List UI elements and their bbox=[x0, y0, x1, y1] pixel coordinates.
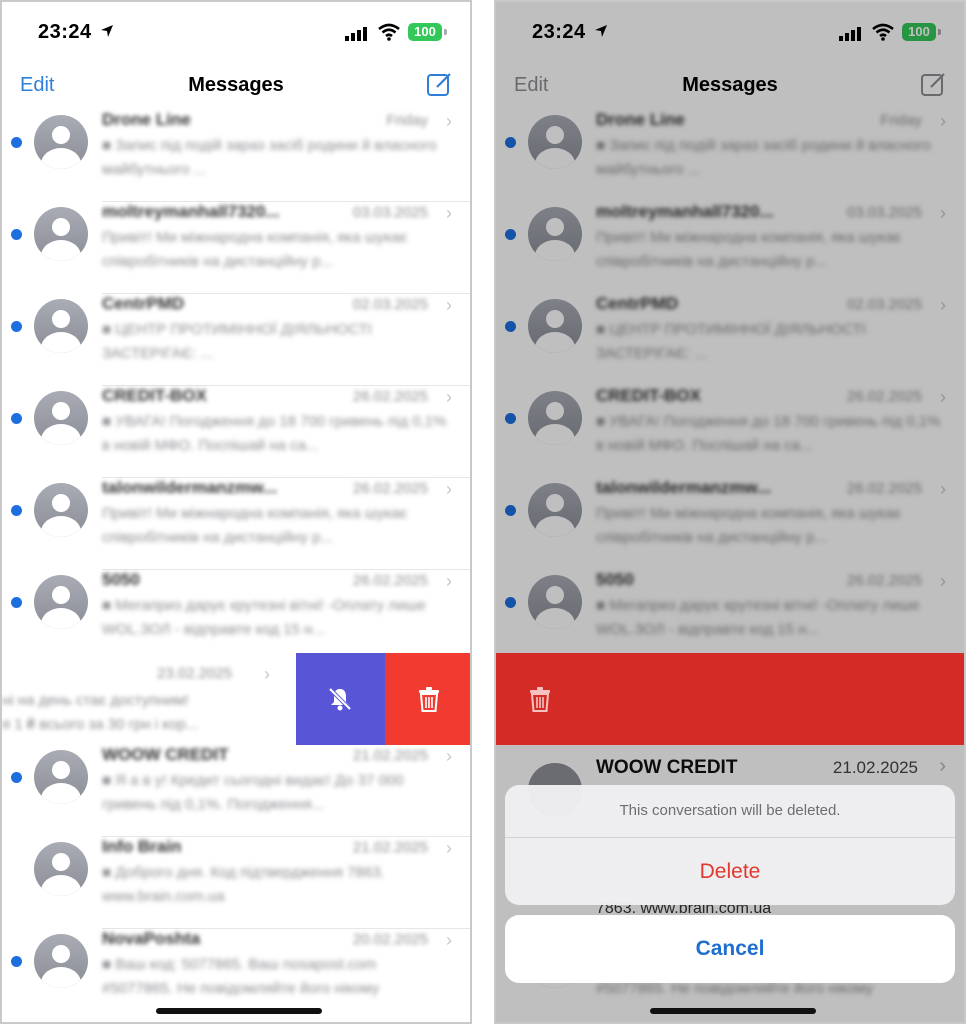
deleting-row bbox=[496, 653, 964, 745]
message-preview: ■ УВАГА! Погодження до 18 700 гривень пі… bbox=[102, 413, 447, 454]
action-sheet: This conversation will be deleted. Delet… bbox=[505, 785, 955, 905]
message-date: 26.02.2025 bbox=[352, 480, 428, 497]
contact-name: CentrPMD bbox=[102, 294, 185, 313]
unread-dot bbox=[11, 413, 22, 424]
message-date: 23.02.2025 bbox=[157, 665, 233, 682]
conversation-row[interactable]: Info Brain 21.02.2025 › ■ Доброго дня. К… bbox=[2, 837, 470, 929]
unread-dot bbox=[11, 772, 22, 783]
unread-dot bbox=[11, 321, 22, 332]
message-preview: ні на день стає доступним! я 1 ₴ всього … bbox=[2, 689, 292, 737]
cellular-signal-icon bbox=[345, 27, 367, 41]
message-preview: ■ Запис під подій зараз засіб родини й в… bbox=[102, 137, 437, 178]
avatar bbox=[34, 483, 88, 537]
conversation-row[interactable]: 5050 26.02.2025 › ■ Мегаприз дарує круте… bbox=[2, 570, 470, 662]
phone-left: 23:24 100 Edit Messages Drone Line Frida… bbox=[0, 0, 472, 1024]
chevron-right-icon: › bbox=[446, 203, 452, 223]
preview-line: ні на день стає доступним! bbox=[2, 692, 189, 709]
trash-icon bbox=[419, 687, 439, 712]
conversation-row[interactable]: Drone Line Friday › ■ Запис під подій за… bbox=[2, 110, 470, 202]
message-date: 26.02.2025 bbox=[352, 572, 428, 589]
contact-name: 5050 bbox=[102, 570, 140, 589]
contact-name: Info Brain bbox=[102, 837, 182, 856]
preview-line: я 1 ₴ всього за 30 грн і кор... bbox=[2, 716, 199, 733]
message-date: 21.02.2025 bbox=[352, 747, 428, 764]
page-title: Messages bbox=[188, 74, 284, 96]
contact-name: Drone Line bbox=[102, 110, 191, 129]
unread-dot bbox=[11, 505, 22, 516]
phone-right: 23:24 100 Edit Messages Drone Line Frida… bbox=[494, 0, 966, 1024]
location-arrow-icon bbox=[101, 25, 113, 37]
status-time: 23:24 bbox=[38, 21, 92, 43]
avatar bbox=[34, 934, 88, 988]
chevron-right-icon: › bbox=[264, 664, 270, 684]
message-date: 20.02.2025 bbox=[352, 931, 428, 948]
avatar bbox=[34, 750, 88, 804]
message-preview: ■ Доброго дня. Код підтвердження 7863. w… bbox=[102, 864, 385, 905]
battery-tip bbox=[444, 29, 447, 35]
message-preview: ■ ЦЕНТР ПРОТИМІННОЇ ДІЯЛЬНОСТІ ЗАСТЕРІГА… bbox=[102, 321, 372, 362]
action-sheet-message: This conversation will be deleted. bbox=[505, 785, 955, 838]
unread-dot bbox=[11, 597, 22, 608]
conversation-row[interactable]: talonwildermanzmw... 26.02.2025 › Привіт… bbox=[2, 478, 470, 570]
contact-name: WOOW CREDIT bbox=[102, 745, 229, 764]
avatar bbox=[34, 299, 88, 353]
message-preview: ■ Я а в у! Кредит сьогодні видає! До 37 … bbox=[102, 772, 404, 813]
avatar bbox=[34, 207, 88, 261]
contact-name: talonwildermanzmw... bbox=[102, 478, 278, 497]
chevron-right-icon: › bbox=[446, 571, 452, 591]
chevron-right-icon: › bbox=[446, 295, 452, 315]
unread-dot bbox=[11, 956, 22, 967]
message-date: 02.03.2025 bbox=[352, 296, 428, 313]
conversation-row[interactable]: WOOW CREDIT 21.02.2025 › ■ Я а в у! Кред… bbox=[2, 745, 470, 837]
cancel-button[interactable]: Cancel bbox=[505, 915, 955, 983]
conversation-row[interactable]: moltreymanhall7320... 03.03.2025 › Приві… bbox=[2, 202, 470, 294]
delete-button[interactable] bbox=[385, 653, 470, 745]
wifi-icon bbox=[378, 23, 400, 41]
mute-alerts-button[interactable] bbox=[296, 653, 385, 745]
conversation-row[interactable]: CentrPMD 02.03.2025 › ■ ЦЕНТР ПРОТИМІННО… bbox=[2, 294, 470, 386]
home-indicator bbox=[650, 1008, 816, 1014]
trash-icon bbox=[530, 687, 550, 712]
confirm-delete-button[interactable]: Delete bbox=[505, 838, 955, 905]
message-preview: ■ Ваш код: 5077865. Ваш nosapost.com #50… bbox=[102, 956, 380, 997]
chevron-right-icon: › bbox=[446, 930, 452, 950]
avatar bbox=[34, 115, 88, 169]
avatar bbox=[34, 575, 88, 629]
contact-name: moltreymanhall7320... bbox=[102, 202, 280, 221]
message-preview: Привіт! Ми міжнародна компанія, яка шука… bbox=[102, 505, 408, 546]
chevron-right-icon: › bbox=[446, 838, 452, 858]
message-date: 26.02.2025 bbox=[352, 388, 428, 405]
conversation-row[interactable]: CREDIT-BOX 26.02.2025 › ■ УВАГА! Погодже… bbox=[2, 386, 470, 478]
bell-slash-icon bbox=[328, 687, 352, 711]
message-preview: ■ Мегаприз дарує крутезні вітні! -Оплату… bbox=[102, 597, 426, 638]
message-date: 03.03.2025 bbox=[352, 204, 428, 221]
message-date: 21.02.2025 bbox=[352, 839, 428, 856]
chevron-right-icon: › bbox=[446, 111, 452, 131]
unread-dot bbox=[11, 229, 22, 240]
avatar bbox=[34, 842, 88, 896]
message-date: Friday bbox=[386, 112, 428, 129]
chevron-right-icon: › bbox=[446, 479, 452, 499]
home-indicator bbox=[156, 1008, 322, 1014]
navigation-bar: Edit Messages bbox=[2, 62, 470, 110]
avatar bbox=[34, 391, 88, 445]
battery-indicator: 100 bbox=[408, 23, 442, 41]
unread-dot bbox=[11, 137, 22, 148]
status-bar: 23:24 100 bbox=[2, 2, 470, 62]
compose-icon[interactable] bbox=[426, 70, 454, 98]
contact-name: CREDIT-BOX bbox=[102, 386, 207, 405]
contact-name: NovaPoshta bbox=[102, 929, 201, 948]
chevron-right-icon: › bbox=[446, 387, 452, 407]
chevron-right-icon: › bbox=[446, 746, 452, 766]
message-preview: Привіт! Ми міжнародна компанія, яка шука… bbox=[102, 229, 408, 270]
